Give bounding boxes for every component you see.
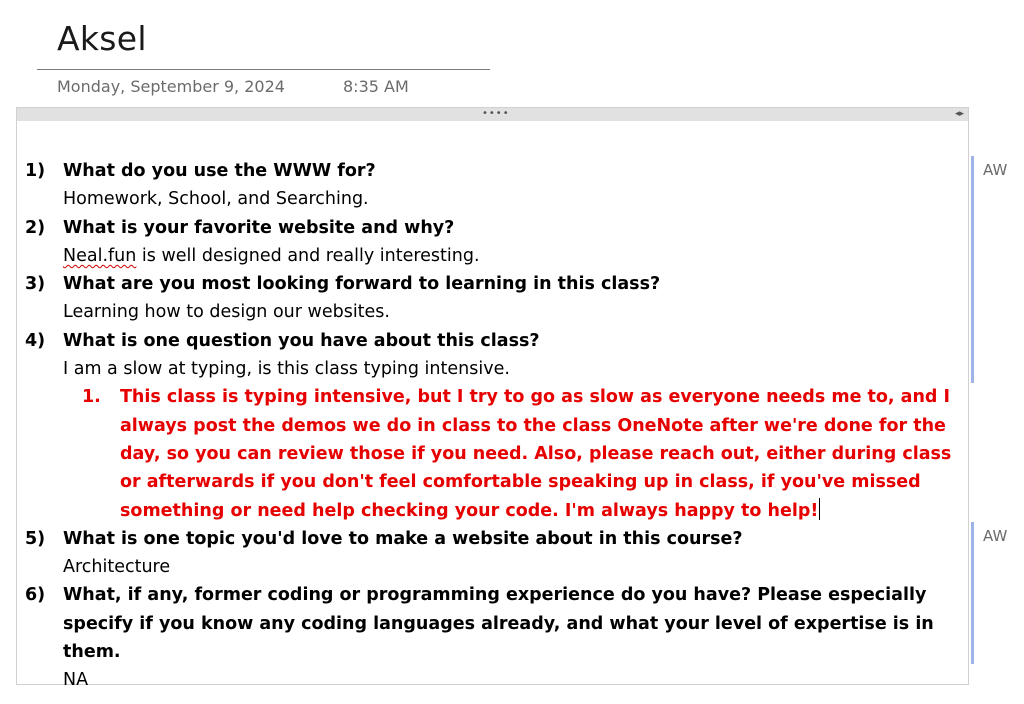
question-2[interactable]: 2) What is your favorite website and why… — [25, 214, 965, 242]
question-text[interactable]: What are you most looking forward to lea… — [63, 270, 965, 298]
grip-dots-icon[interactable]: •••• — [482, 109, 510, 119]
author-initials: AW — [983, 161, 1008, 179]
author-bar — [971, 156, 974, 383]
answer-4[interactable]: I am a slow at typing, is this class typ… — [25, 355, 965, 383]
answer-2[interactable]: Neal.fun is well designed and really int… — [25, 242, 965, 270]
question-text[interactable]: What is one question you have about this… — [63, 327, 965, 355]
question-text[interactable]: What is your favorite website and why? — [63, 214, 965, 242]
answer-5[interactable]: Architecture — [25, 553, 965, 581]
question-number: 6) — [25, 585, 46, 606]
question-6[interactable]: 6) What, if any, former coding or progra… — [25, 581, 965, 666]
question-3[interactable]: 3) What are you most looking forward to … — [25, 270, 965, 298]
question-4[interactable]: 4) What is one question you have about t… — [25, 327, 965, 355]
spelling-flagged-word[interactable]: Neal.fun — [63, 246, 136, 266]
question-number: 3) — [25, 274, 46, 295]
author-initials: AW — [983, 527, 1008, 545]
reply-body: This class is typing intensive, but I tr… — [120, 387, 952, 521]
reply-number: 1. — [82, 387, 101, 408]
author-bar — [971, 522, 974, 664]
reply-text[interactable]: This class is typing intensive, but I tr… — [120, 383, 965, 524]
page-title[interactable]: Aksel — [57, 19, 147, 58]
question-number: 5) — [25, 528, 46, 549]
question-number: 2) — [25, 217, 46, 238]
answer-3[interactable]: Learning how to design our websites. — [25, 298, 965, 326]
title-underline — [37, 69, 490, 70]
question-list[interactable]: 1) What do you use the WWW for? Homework… — [25, 157, 965, 695]
container-drag-handle[interactable]: •••• ◂▸ — [17, 108, 968, 121]
page-time: 8:35 AM — [343, 77, 409, 96]
page-date: Monday, September 9, 2024 — [57, 77, 285, 96]
answer-text: is well designed and really interesting. — [136, 245, 480, 266]
question-number: 4) — [25, 330, 46, 351]
question-text[interactable]: What is one topic you'd love to make a w… — [63, 525, 965, 553]
text-cursor — [819, 497, 821, 520]
resize-arrows-icon[interactable]: ◂▸ — [955, 109, 964, 119]
answer-6[interactable]: NA — [25, 666, 965, 694]
question-text[interactable]: What do you use the WWW for? — [63, 157, 965, 185]
answer-1[interactable]: Homework, School, and Searching. — [25, 185, 965, 213]
question-text[interactable]: What, if any, former coding or programmi… — [63, 581, 965, 666]
question-5[interactable]: 5) What is one topic you'd love to make … — [25, 525, 965, 553]
question-1[interactable]: 1) What do you use the WWW for? — [25, 157, 965, 185]
question-number: 1) — [25, 161, 46, 181]
instructor-reply[interactable]: 1. This class is typing intensive, but I… — [25, 383, 965, 524]
